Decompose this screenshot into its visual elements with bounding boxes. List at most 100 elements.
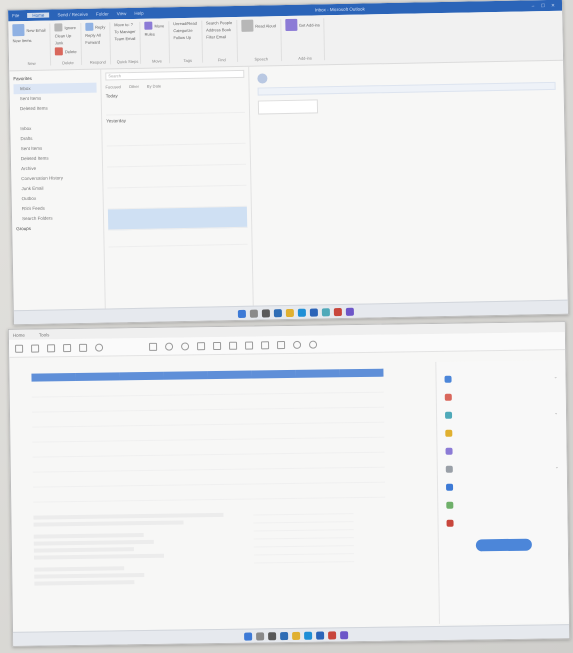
tab-focused[interactable]: Focused bbox=[105, 84, 120, 89]
rotate-icon[interactable] bbox=[292, 340, 302, 349]
close-icon[interactable]: ✕ bbox=[548, 2, 558, 8]
folder-item[interactable]: Groups bbox=[16, 223, 99, 235]
side-panel-item[interactable] bbox=[445, 422, 558, 442]
chevron-down-icon: ⌄ bbox=[554, 464, 559, 470]
filter-email-button[interactable]: Filter Email bbox=[206, 34, 226, 39]
junk-button[interactable]: Junk bbox=[55, 40, 64, 45]
tab-file[interactable]: File bbox=[12, 13, 19, 18]
stamp-icon[interactable] bbox=[276, 340, 286, 349]
mail-icon[interactable] bbox=[63, 343, 72, 352]
new-email-button[interactable]: New Email bbox=[12, 24, 46, 37]
search-icon[interactable] bbox=[79, 343, 88, 352]
side-panel-item[interactable]: ⌄ bbox=[445, 458, 559, 478]
search-people-button[interactable]: Search People bbox=[206, 20, 232, 26]
tab-tools[interactable]: Tools bbox=[39, 332, 50, 337]
app-icon[interactable] bbox=[333, 307, 342, 316]
folder-icon[interactable] bbox=[285, 308, 294, 317]
sort-by-date[interactable]: By Date bbox=[147, 83, 161, 88]
list-item[interactable] bbox=[105, 97, 246, 116]
list-item[interactable] bbox=[106, 122, 246, 147]
side-panel-item[interactable] bbox=[446, 494, 559, 514]
list-item[interactable] bbox=[107, 164, 247, 189]
clean-up-button[interactable]: Clean Up bbox=[55, 33, 72, 38]
quick-step-team[interactable]: Team Email bbox=[114, 36, 135, 41]
outlook-icon[interactable] bbox=[316, 631, 325, 640]
home-icon[interactable] bbox=[15, 344, 24, 353]
side-panel-item[interactable]: ⌄ bbox=[444, 368, 558, 388]
tab-folder[interactable]: Folder bbox=[96, 11, 109, 16]
minimize-icon[interactable]: – bbox=[528, 3, 538, 8]
list-item-selected[interactable] bbox=[107, 206, 248, 231]
maximize-icon[interactable]: ☐ bbox=[538, 2, 548, 8]
ignore-button[interactable]: Ignore bbox=[54, 23, 76, 32]
tool-icon bbox=[445, 447, 453, 455]
folder-icon[interactable] bbox=[292, 631, 301, 640]
pdf-app-icon[interactable] bbox=[328, 630, 337, 639]
delete-button[interactable]: Delete bbox=[54, 47, 77, 56]
table-cell bbox=[32, 425, 77, 442]
app-icon[interactable] bbox=[345, 307, 354, 316]
list-item[interactable] bbox=[107, 185, 247, 210]
side-panel-item[interactable] bbox=[444, 386, 558, 406]
start-icon[interactable] bbox=[237, 309, 246, 318]
fit-icon[interactable] bbox=[197, 341, 206, 350]
follow-up-button[interactable]: Follow Up bbox=[173, 35, 191, 40]
app-icon[interactable] bbox=[340, 630, 349, 639]
tab-view[interactable]: View bbox=[117, 11, 127, 16]
explorer-icon[interactable] bbox=[273, 308, 282, 317]
explorer-icon[interactable] bbox=[280, 631, 289, 640]
side-panel-item[interactable]: ⌄ bbox=[445, 404, 558, 424]
side-panel-item[interactable] bbox=[446, 512, 559, 532]
table-cell bbox=[296, 467, 341, 483]
list-item[interactable] bbox=[106, 143, 247, 168]
comment-icon[interactable] bbox=[213, 341, 222, 350]
start-icon[interactable] bbox=[244, 632, 253, 641]
reply-all-button[interactable]: Reply All bbox=[85, 33, 101, 38]
rules-button[interactable]: Rules bbox=[145, 32, 155, 37]
outlook-icon[interactable] bbox=[309, 307, 318, 317]
side-panel-item[interactable] bbox=[446, 476, 559, 496]
tab-home[interactable]: Home bbox=[27, 12, 50, 18]
get-addins-button[interactable]: Get Add-ins bbox=[284, 18, 320, 32]
move-button[interactable]: Move bbox=[144, 21, 164, 30]
search-icon[interactable] bbox=[256, 631, 265, 640]
reply-button[interactable]: Reply bbox=[84, 22, 105, 31]
quick-step-manager[interactable]: To Manager bbox=[114, 29, 135, 34]
edge-icon[interactable] bbox=[304, 631, 313, 640]
tab-home[interactable]: Home bbox=[13, 332, 25, 337]
zoom-out-icon[interactable] bbox=[95, 343, 104, 352]
select-icon[interactable] bbox=[149, 342, 158, 351]
tab-help[interactable]: Help bbox=[134, 11, 143, 16]
categorize-button[interactable]: Categorize bbox=[173, 28, 192, 33]
quick-step-move[interactable]: Move to: ? bbox=[114, 22, 133, 27]
pen-icon[interactable] bbox=[245, 340, 254, 350]
print-icon[interactable] bbox=[47, 343, 56, 352]
eraser-icon[interactable] bbox=[260, 340, 270, 349]
tab-other[interactable]: Other bbox=[129, 84, 139, 89]
tab-send-receive[interactable]: Send / Receive bbox=[57, 12, 88, 18]
avatar bbox=[257, 73, 268, 84]
task-view-icon[interactable] bbox=[261, 308, 270, 318]
side-panel-action-button[interactable] bbox=[475, 538, 532, 552]
attachment-card[interactable] bbox=[257, 99, 319, 115]
table-cell bbox=[296, 482, 342, 498]
unread-read-button[interactable]: Unread/Read bbox=[173, 21, 197, 26]
side-panel-item[interactable] bbox=[445, 440, 558, 460]
search-icon[interactable] bbox=[249, 309, 258, 318]
highlight-icon[interactable] bbox=[229, 341, 238, 350]
address-book-button[interactable]: Address Book bbox=[206, 27, 231, 32]
list-item[interactable] bbox=[108, 227, 248, 248]
share-icon[interactable] bbox=[308, 340, 318, 349]
edge-icon[interactable] bbox=[297, 308, 306, 317]
read-aloud-button[interactable]: Read Aloud bbox=[241, 19, 276, 32]
task-view-icon[interactable] bbox=[268, 631, 277, 640]
table-cell bbox=[208, 453, 253, 470]
zoom-icon[interactable] bbox=[181, 341, 190, 350]
chevron-down-icon: ⌄ bbox=[553, 374, 558, 380]
search-input[interactable]: Search bbox=[105, 69, 245, 81]
hand-icon[interactable] bbox=[165, 342, 174, 351]
new-items-button[interactable]: New Items bbox=[13, 38, 32, 43]
save-icon[interactable] bbox=[31, 343, 40, 353]
app-icon[interactable] bbox=[321, 307, 330, 316]
forward-button[interactable]: Forward bbox=[85, 40, 100, 45]
